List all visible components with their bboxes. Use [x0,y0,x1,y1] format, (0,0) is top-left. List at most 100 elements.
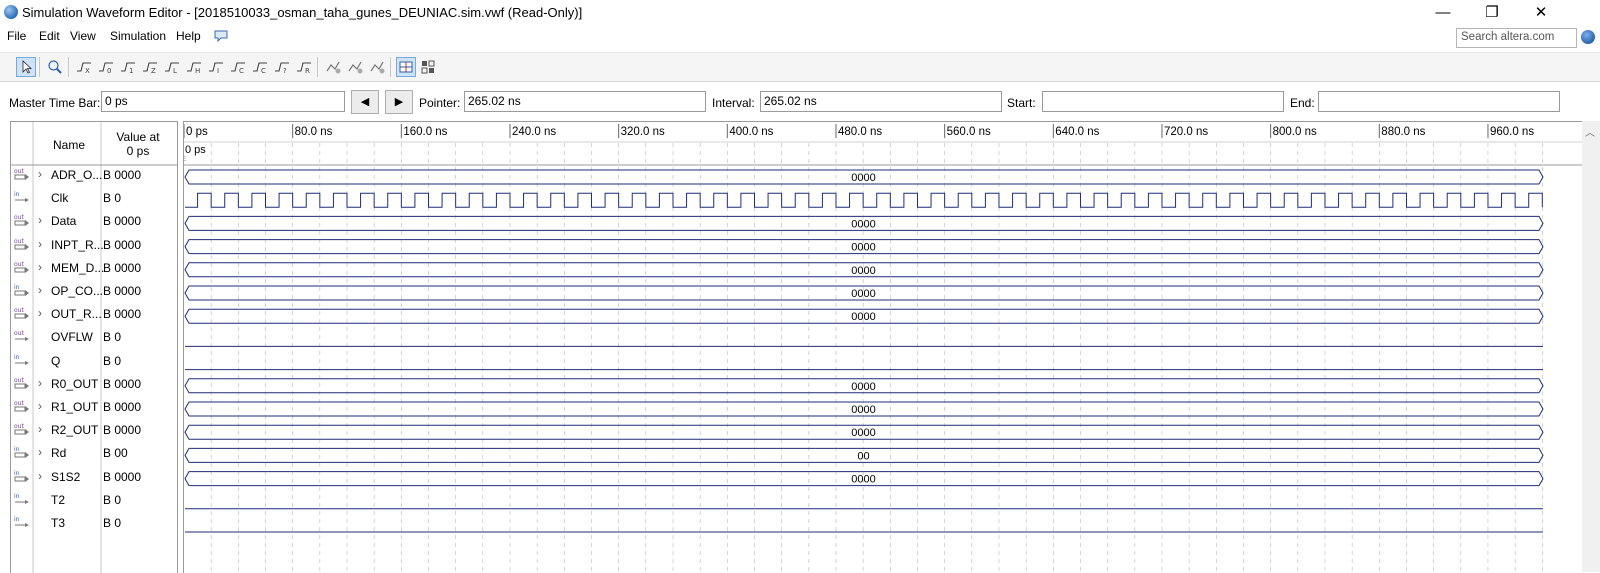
search-field[interactable] [1456,28,1577,48]
forcing-low-icon[interactable]: 0 [96,57,116,77]
expand-chevron-icon[interactable]: › [38,306,42,320]
signal-value: B 0000 [103,237,142,252]
svg-text:C: C [239,67,244,75]
expand-chevron-icon[interactable]: › [38,445,42,459]
arbitrary-value-icon[interactable]: ? [272,57,292,77]
expand-chevron-icon[interactable]: › [38,469,42,483]
signal-row[interactable]: in Q B 0 [10,350,176,373]
signal-value: B 0000 [103,260,142,275]
input-pin-icon: in [14,445,30,459]
signal-row[interactable]: in › OP_CO... B 0000 [10,280,176,303]
input-pin-icon: in [14,190,30,204]
previous-transition-button[interactable]: ◀ [351,90,379,114]
signal-row[interactable]: in T3 B 0 [10,512,176,535]
toolbar-separator [39,57,40,77]
signal-row[interactable]: out › R0_OUT B 0000 [10,373,176,396]
waveform-panel[interactable]: 0 ps 80.0 ns 160.0 ns 240.0 ns 320.0 ns 400.0… [183,121,1600,573]
window-title: Simulation Waveform Editor - [2018510033… [22,5,583,20]
time-tick-label: 560.0 ns [947,126,991,138]
random-value-icon[interactable]: R [294,57,314,77]
maximize-button[interactable]: ❐ [1469,0,1515,26]
count-value-icon[interactable]: C [228,57,248,77]
menu-simulation[interactable]: Simulation [110,29,166,43]
svg-text:1: 1 [129,67,133,75]
next-transition-button[interactable]: ▶ [385,90,413,114]
svg-text:in: in [14,446,20,453]
pointer-field[interactable]: 265.02 ns [464,91,706,112]
menu-file[interactable]: File [7,29,26,43]
expand-chevron-icon[interactable]: › [38,213,42,227]
signal-row[interactable]: in › S1S2 B 0000 [10,466,176,489]
time-tick-label: 800.0 ns [1273,126,1317,138]
interval-field[interactable]: 265.02 ns [760,91,1002,112]
invert-icon[interactable]: I [206,57,226,77]
time-tick-label: 960.0 ns [1490,126,1534,138]
globe-icon[interactable] [1581,30,1595,44]
output-pin-icon: out [14,167,30,181]
signal-row[interactable]: out › Data B 0000 [10,210,176,233]
expand-chevron-icon[interactable]: › [38,283,42,297]
forcing-high-icon[interactable]: 1 [118,57,138,77]
forcing-unknown-icon[interactable]: X [74,57,94,77]
menu-edit[interactable]: Edit [39,29,60,43]
signal-row[interactable]: out › MEM_D... B 0000 [10,257,176,280]
column-header-name[interactable]: Name [53,138,85,152]
minimize-button[interactable]: — [1420,0,1466,26]
output-pin-icon: out [14,260,30,274]
vertical-scrollbar[interactable] [1582,121,1600,572]
time-tick-label: 400.0 ns [729,126,773,138]
bus-value-label: 0000 [851,427,875,439]
svg-text:out: out [14,214,24,221]
signal-name: MEM_D... [51,260,105,275]
scroll-up-icon[interactable]: ︿ [1585,124,1595,139]
signal-row[interactable]: out › OUT_R... B 0000 [10,303,176,326]
signal-name: T2 [51,492,66,507]
time-tick-label: 640.0 ns [1055,126,1099,138]
input-pin-icon: in [14,353,30,367]
signal-name: Clk [51,191,69,206]
menu-help[interactable]: Help [176,29,201,43]
menu-view[interactable]: View [70,29,96,43]
selection-tool-icon[interactable] [16,57,36,77]
signal-row[interactable]: out › ADR_O... B 0000 [10,164,176,187]
expand-chevron-icon[interactable]: › [38,167,42,181]
snap-to-grid-icon[interactable] [396,57,416,77]
clock-icon[interactable]: C [250,57,270,77]
start-field[interactable] [1042,91,1284,112]
expand-chevron-icon[interactable]: › [38,260,42,274]
signal-value: B 0 [103,191,122,206]
high-impedance-icon[interactable]: Z [140,57,160,77]
svg-text:in: in [14,470,20,477]
expand-chevron-icon[interactable]: › [38,376,42,390]
signal-row[interactable]: out › R1_OUT B 0000 [10,396,176,419]
signal-row[interactable]: in T2 B 0 [10,489,176,512]
svg-text:R: R [305,67,310,75]
close-button[interactable]: ✕ [1518,0,1564,26]
grid-settings-icon[interactable] [418,57,438,77]
expand-chevron-icon[interactable]: › [38,399,42,413]
output-pin-icon: out [14,329,30,343]
expand-chevron-icon[interactable]: › [38,237,42,251]
column-header-value[interactable]: Value at 0 ps [106,130,170,158]
search-input[interactable] [1457,29,1577,45]
signal-row[interactable]: in Clk B 0 [10,187,176,210]
functional-simulation-icon[interactable] [323,57,343,77]
signal-row[interactable]: out › INPT_R... B 0000 [10,234,176,257]
weak-low-icon[interactable]: L [162,57,182,77]
end-field[interactable] [1318,91,1560,112]
zoom-tool-icon[interactable] [45,57,65,77]
weak-high-icon[interactable]: H [184,57,204,77]
signal-row[interactable]: in › Rd B 00 [10,442,176,465]
signal-value: B 00 [103,446,128,461]
input-pin-icon: in [14,492,30,506]
signal-row[interactable]: out › R2_OUT B 0000 [10,419,176,442]
signal-name: OUT_R... [51,307,102,322]
netlist-viewer-icon[interactable] [367,57,387,77]
feedback-icon[interactable] [214,30,228,43]
svg-text:out: out [14,168,24,175]
master-time-bar-field[interactable]: 0 ps [101,91,345,112]
timing-simulation-icon[interactable] [345,57,365,77]
expand-chevron-icon[interactable]: › [38,422,42,436]
signal-row[interactable]: out OVFLW B 0 [10,326,176,349]
input-pin-icon: in [14,469,30,483]
